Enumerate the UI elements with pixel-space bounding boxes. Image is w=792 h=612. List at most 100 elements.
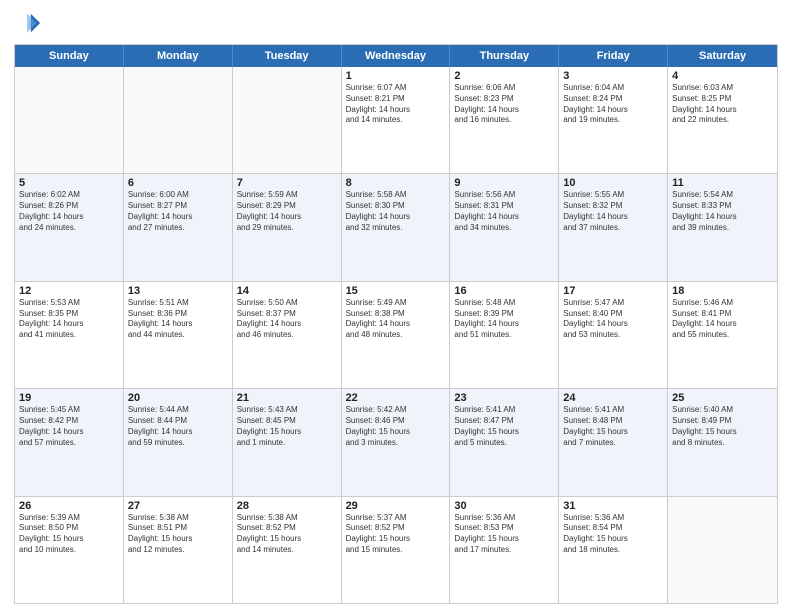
day-number: 21 (237, 392, 337, 404)
day-info: Sunrise: 5:38 AM Sunset: 8:51 PM Dayligh… (128, 513, 228, 556)
day-number: 25 (672, 392, 773, 404)
cal-cell-r0-c6: 4Sunrise: 6:03 AM Sunset: 8:25 PM Daylig… (668, 67, 777, 173)
day-info: Sunrise: 6:02 AM Sunset: 8:26 PM Dayligh… (19, 190, 119, 233)
header-day-monday: Monday (124, 45, 233, 67)
calendar-header: SundayMondayTuesdayWednesdayThursdayFrid… (15, 45, 777, 67)
day-info: Sunrise: 5:50 AM Sunset: 8:37 PM Dayligh… (237, 298, 337, 341)
day-number: 19 (19, 392, 119, 404)
calendar-row-4: 26Sunrise: 5:39 AM Sunset: 8:50 PM Dayli… (15, 497, 777, 603)
header-day-sunday: Sunday (15, 45, 124, 67)
cal-cell-r2-c3: 15Sunrise: 5:49 AM Sunset: 8:38 PM Dayli… (342, 282, 451, 388)
cal-cell-r0-c2 (233, 67, 342, 173)
calendar-row-1: 5Sunrise: 6:02 AM Sunset: 8:26 PM Daylig… (15, 174, 777, 281)
day-number: 20 (128, 392, 228, 404)
day-info: Sunrise: 5:41 AM Sunset: 8:47 PM Dayligh… (454, 405, 554, 448)
cal-cell-r1-c2: 7Sunrise: 5:59 AM Sunset: 8:29 PM Daylig… (233, 174, 342, 280)
day-number: 30 (454, 500, 554, 512)
day-info: Sunrise: 5:54 AM Sunset: 8:33 PM Dayligh… (672, 190, 773, 233)
day-number: 10 (563, 177, 663, 189)
day-info: Sunrise: 6:00 AM Sunset: 8:27 PM Dayligh… (128, 190, 228, 233)
cal-cell-r0-c4: 2Sunrise: 6:06 AM Sunset: 8:23 PM Daylig… (450, 67, 559, 173)
cal-cell-r4-c4: 30Sunrise: 5:36 AM Sunset: 8:53 PM Dayli… (450, 497, 559, 603)
day-info: Sunrise: 5:38 AM Sunset: 8:52 PM Dayligh… (237, 513, 337, 556)
header-day-friday: Friday (559, 45, 668, 67)
day-number: 22 (346, 392, 446, 404)
cal-cell-r3-c2: 21Sunrise: 5:43 AM Sunset: 8:45 PM Dayli… (233, 389, 342, 495)
cal-cell-r2-c5: 17Sunrise: 5:47 AM Sunset: 8:40 PM Dayli… (559, 282, 668, 388)
day-info: Sunrise: 5:45 AM Sunset: 8:42 PM Dayligh… (19, 405, 119, 448)
cal-cell-r4-c2: 28Sunrise: 5:38 AM Sunset: 8:52 PM Dayli… (233, 497, 342, 603)
cal-cell-r4-c5: 31Sunrise: 5:36 AM Sunset: 8:54 PM Dayli… (559, 497, 668, 603)
day-number: 12 (19, 285, 119, 297)
header-day-wednesday: Wednesday (342, 45, 451, 67)
header (14, 10, 778, 38)
calendar: SundayMondayTuesdayWednesdayThursdayFrid… (14, 44, 778, 604)
logo (14, 10, 46, 38)
day-number: 16 (454, 285, 554, 297)
day-number: 23 (454, 392, 554, 404)
day-number: 15 (346, 285, 446, 297)
cal-cell-r4-c1: 27Sunrise: 5:38 AM Sunset: 8:51 PM Dayli… (124, 497, 233, 603)
day-number: 27 (128, 500, 228, 512)
day-info: Sunrise: 5:36 AM Sunset: 8:53 PM Dayligh… (454, 513, 554, 556)
day-info: Sunrise: 5:53 AM Sunset: 8:35 PM Dayligh… (19, 298, 119, 341)
day-info: Sunrise: 5:51 AM Sunset: 8:36 PM Dayligh… (128, 298, 228, 341)
day-number: 7 (237, 177, 337, 189)
calendar-row-2: 12Sunrise: 5:53 AM Sunset: 8:35 PM Dayli… (15, 282, 777, 389)
day-info: Sunrise: 5:39 AM Sunset: 8:50 PM Dayligh… (19, 513, 119, 556)
day-info: Sunrise: 5:36 AM Sunset: 8:54 PM Dayligh… (563, 513, 663, 556)
day-number: 2 (454, 70, 554, 82)
day-number: 18 (672, 285, 773, 297)
day-info: Sunrise: 6:03 AM Sunset: 8:25 PM Dayligh… (672, 83, 773, 126)
cal-cell-r1-c1: 6Sunrise: 6:00 AM Sunset: 8:27 PM Daylig… (124, 174, 233, 280)
day-info: Sunrise: 5:42 AM Sunset: 8:46 PM Dayligh… (346, 405, 446, 448)
header-day-tuesday: Tuesday (233, 45, 342, 67)
cal-cell-r4-c6 (668, 497, 777, 603)
page: SundayMondayTuesdayWednesdayThursdayFrid… (0, 0, 792, 612)
day-number: 26 (19, 500, 119, 512)
cal-cell-r2-c2: 14Sunrise: 5:50 AM Sunset: 8:37 PM Dayli… (233, 282, 342, 388)
cal-cell-r3-c6: 25Sunrise: 5:40 AM Sunset: 8:49 PM Dayli… (668, 389, 777, 495)
cal-cell-r3-c4: 23Sunrise: 5:41 AM Sunset: 8:47 PM Dayli… (450, 389, 559, 495)
cal-cell-r3-c0: 19Sunrise: 5:45 AM Sunset: 8:42 PM Dayli… (15, 389, 124, 495)
day-number: 1 (346, 70, 446, 82)
day-number: 8 (346, 177, 446, 189)
day-number: 3 (563, 70, 663, 82)
cal-cell-r2-c4: 16Sunrise: 5:48 AM Sunset: 8:39 PM Dayli… (450, 282, 559, 388)
day-info: Sunrise: 5:37 AM Sunset: 8:52 PM Dayligh… (346, 513, 446, 556)
cal-cell-r2-c0: 12Sunrise: 5:53 AM Sunset: 8:35 PM Dayli… (15, 282, 124, 388)
cal-cell-r3-c1: 20Sunrise: 5:44 AM Sunset: 8:44 PM Dayli… (124, 389, 233, 495)
calendar-row-3: 19Sunrise: 5:45 AM Sunset: 8:42 PM Dayli… (15, 389, 777, 496)
day-info: Sunrise: 5:56 AM Sunset: 8:31 PM Dayligh… (454, 190, 554, 233)
day-number: 9 (454, 177, 554, 189)
cal-cell-r1-c6: 11Sunrise: 5:54 AM Sunset: 8:33 PM Dayli… (668, 174, 777, 280)
cal-cell-r4-c0: 26Sunrise: 5:39 AM Sunset: 8:50 PM Dayli… (15, 497, 124, 603)
day-number: 11 (672, 177, 773, 189)
cal-cell-r1-c0: 5Sunrise: 6:02 AM Sunset: 8:26 PM Daylig… (15, 174, 124, 280)
cal-cell-r1-c4: 9Sunrise: 5:56 AM Sunset: 8:31 PM Daylig… (450, 174, 559, 280)
day-number: 17 (563, 285, 663, 297)
day-info: Sunrise: 5:48 AM Sunset: 8:39 PM Dayligh… (454, 298, 554, 341)
day-number: 28 (237, 500, 337, 512)
cal-cell-r0-c0 (15, 67, 124, 173)
day-info: Sunrise: 5:58 AM Sunset: 8:30 PM Dayligh… (346, 190, 446, 233)
cal-cell-r1-c3: 8Sunrise: 5:58 AM Sunset: 8:30 PM Daylig… (342, 174, 451, 280)
day-info: Sunrise: 5:40 AM Sunset: 8:49 PM Dayligh… (672, 405, 773, 448)
day-info: Sunrise: 5:46 AM Sunset: 8:41 PM Dayligh… (672, 298, 773, 341)
day-number: 4 (672, 70, 773, 82)
cal-cell-r4-c3: 29Sunrise: 5:37 AM Sunset: 8:52 PM Dayli… (342, 497, 451, 603)
cal-cell-r0-c3: 1Sunrise: 6:07 AM Sunset: 8:21 PM Daylig… (342, 67, 451, 173)
calendar-row-0: 1Sunrise: 6:07 AM Sunset: 8:21 PM Daylig… (15, 67, 777, 174)
day-info: Sunrise: 5:49 AM Sunset: 8:38 PM Dayligh… (346, 298, 446, 341)
cal-cell-r1-c5: 10Sunrise: 5:55 AM Sunset: 8:32 PM Dayli… (559, 174, 668, 280)
day-info: Sunrise: 6:04 AM Sunset: 8:24 PM Dayligh… (563, 83, 663, 126)
day-info: Sunrise: 5:41 AM Sunset: 8:48 PM Dayligh… (563, 405, 663, 448)
header-day-thursday: Thursday (450, 45, 559, 67)
day-number: 14 (237, 285, 337, 297)
calendar-body: 1Sunrise: 6:07 AM Sunset: 8:21 PM Daylig… (15, 67, 777, 603)
day-info: Sunrise: 5:44 AM Sunset: 8:44 PM Dayligh… (128, 405, 228, 448)
cal-cell-r0-c5: 3Sunrise: 6:04 AM Sunset: 8:24 PM Daylig… (559, 67, 668, 173)
day-number: 24 (563, 392, 663, 404)
day-number: 29 (346, 500, 446, 512)
logo-icon (14, 10, 42, 38)
